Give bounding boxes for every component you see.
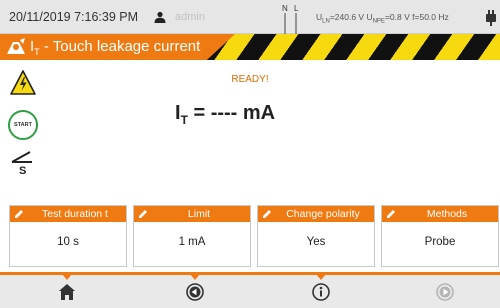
- param-limit[interactable]: Limit 1 mA: [133, 205, 251, 267]
- back-button[interactable]: [185, 282, 205, 302]
- forward-icon: [436, 283, 454, 301]
- voltage-indicator: N L: [280, 4, 306, 34]
- user-icon: [154, 11, 166, 23]
- param-label: Methods: [426, 208, 468, 220]
- measurement-reading: IT = ---- mA: [175, 102, 276, 127]
- mains-measurements: ULN=240.6 V UNPE=0.8 V f=50.0 Hz: [316, 12, 449, 25]
- neutral-label: N: [282, 4, 288, 13]
- back-icon: [186, 283, 204, 301]
- home-button[interactable]: [57, 282, 77, 302]
- line-label: L: [294, 4, 299, 13]
- pencil-icon: [263, 210, 271, 218]
- home-icon: [59, 284, 75, 300]
- forward-button[interactable]: [435, 282, 455, 302]
- title-bar: IT - Touch leakage current: [0, 34, 500, 60]
- start-label: START: [14, 122, 32, 128]
- param-value: Yes: [306, 236, 326, 248]
- param-value: 10 s: [57, 236, 79, 248]
- param-test-duration[interactable]: Test duration t 10 s: [9, 205, 127, 267]
- nav-divider: [0, 272, 500, 275]
- info-icon: [312, 283, 330, 301]
- datetime: 20/11/2019 7:16:39 PM: [9, 10, 139, 24]
- tester-icon: [7, 38, 25, 54]
- pencil-icon: [15, 210, 23, 218]
- param-label: Limit: [187, 208, 211, 220]
- param-label: Change polarity: [286, 208, 360, 220]
- pencil-icon: [387, 210, 395, 218]
- status-message: READY!: [231, 74, 269, 85]
- status-bar: 20/11/2019 7:16:39 PM admin N L ULN=240.…: [0, 0, 500, 34]
- param-methods[interactable]: Methods Probe: [381, 205, 499, 267]
- page-title: IT - Touch leakage current: [30, 38, 201, 57]
- sensitivity-icon: S: [11, 151, 32, 176]
- username: admin: [175, 11, 205, 23]
- info-button[interactable]: [311, 282, 331, 302]
- param-label: Test duration t: [42, 208, 108, 220]
- param-value: 1 mA: [178, 236, 206, 248]
- param-value: Probe: [424, 236, 456, 248]
- start-button[interactable]: START: [8, 110, 38, 140]
- sensitivity-label: S: [19, 165, 26, 176]
- pencil-icon: [139, 210, 147, 218]
- plug-icon: [486, 10, 496, 26]
- param-change-polarity[interactable]: Change polarity Yes: [257, 205, 375, 267]
